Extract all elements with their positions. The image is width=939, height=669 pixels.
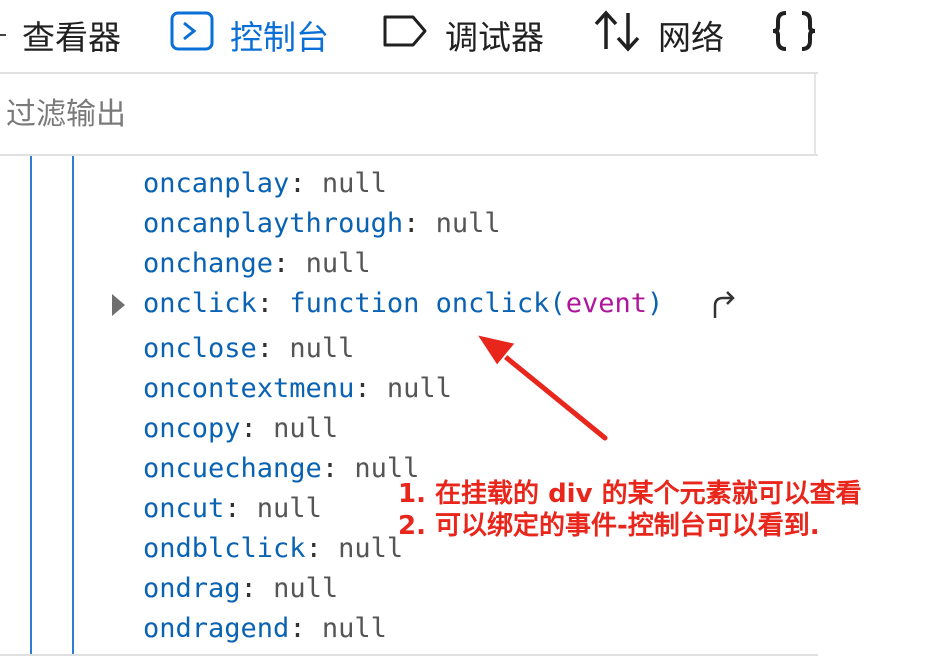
annotation-line-2: 2. 可以绑定的事件-控制台可以看到. (398, 511, 820, 541)
annotation-line-1: 1. 在挂载的 div 的某个元素就可以查看 (398, 479, 862, 509)
annotation-arrow (473, 332, 610, 443)
annotation-note: 1. 在挂载的 div 的某个元素就可以查看 2. 可以绑定的事件-控制台可以看… (398, 478, 862, 542)
